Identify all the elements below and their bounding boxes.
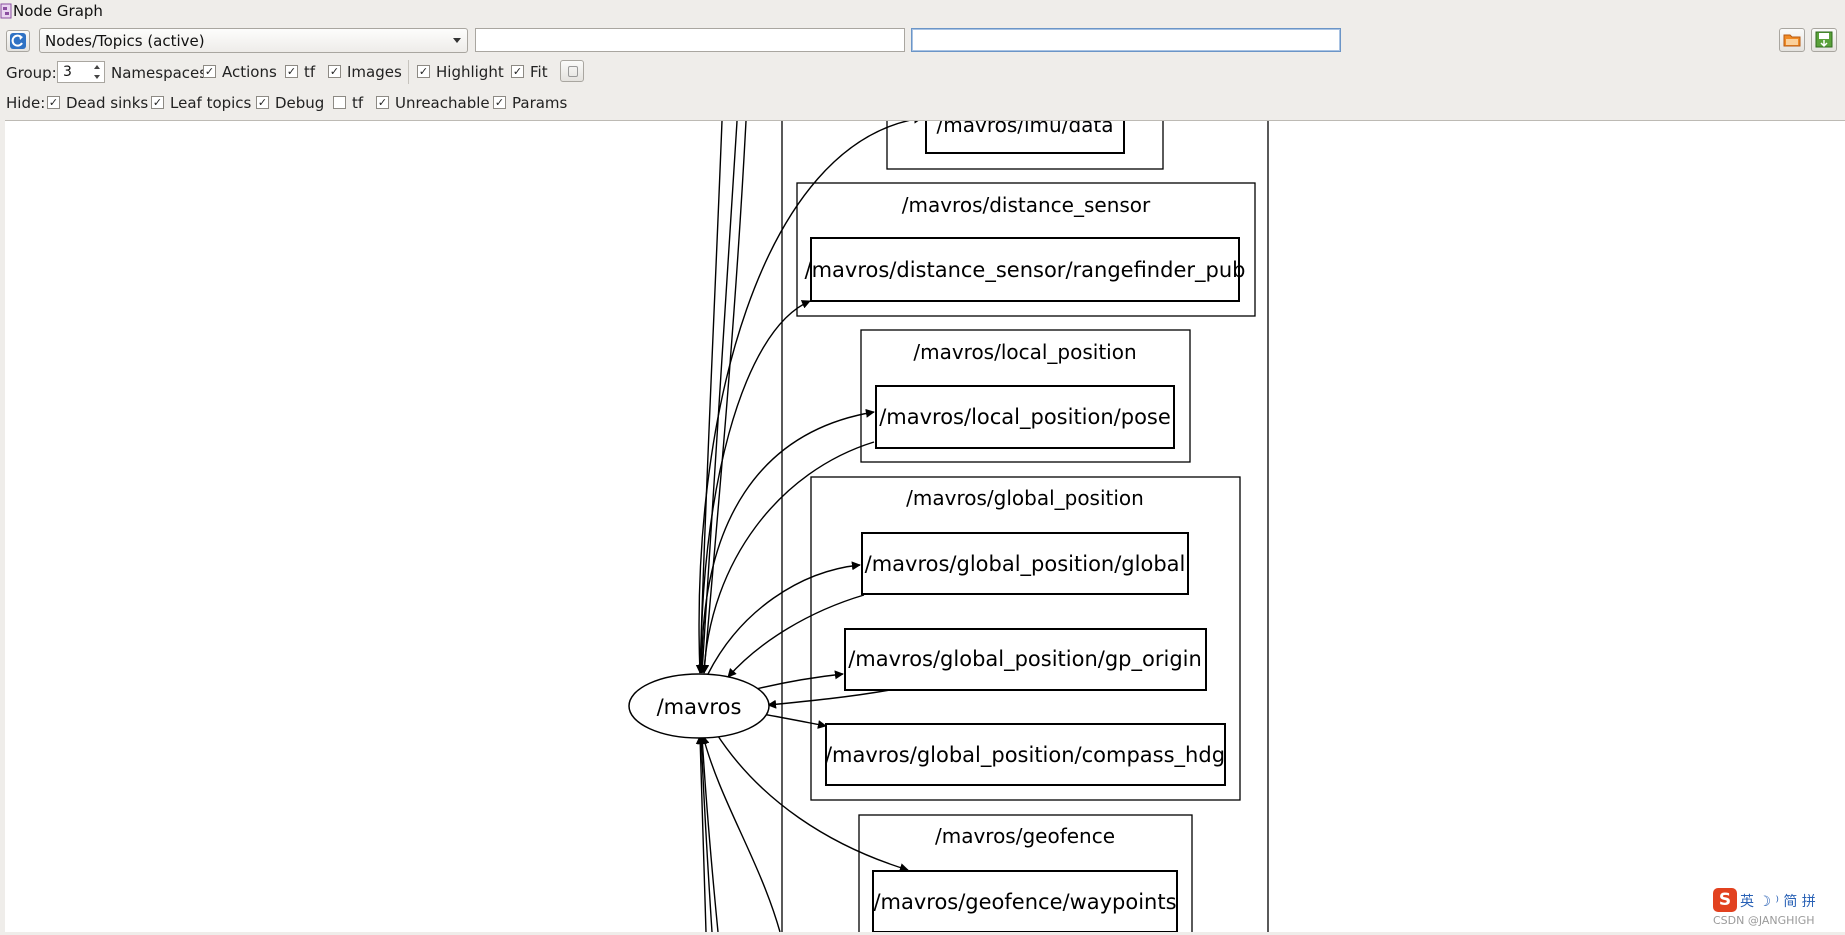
graph-canvas[interactable]: /mavros/imu/data /mavros/distance_sensor…	[5, 120, 1845, 932]
topic-local-position-pose-label: /mavros/local_position/pose	[879, 405, 1171, 430]
ime-status-text: 英 ☽ ⁾ 简 拼	[1740, 894, 1816, 910]
cluster-local-position-label: /mavros/local_position	[913, 340, 1136, 364]
tf-checkbox[interactable]: ✓	[285, 65, 298, 78]
edge-to-gp-origin	[755, 670, 844, 690]
debug-checkbox[interactable]: ✓	[256, 96, 269, 109]
edge-to-compass-hdg	[761, 713, 827, 729]
leaf-topics-label: Leaf topics	[170, 94, 252, 112]
hide-label: Hide:	[6, 94, 46, 112]
fit-view-icon	[568, 66, 578, 77]
save-as-image-button[interactable]	[1811, 28, 1837, 52]
refresh-icon	[10, 33, 26, 49]
topic-geofence-waypoints-label: /mavros/geofence/waypoints	[873, 890, 1176, 914]
chevron-down-icon	[453, 38, 461, 43]
fit-in-view-button[interactable]	[560, 60, 584, 82]
window-titlebar: Node Graph	[0, 0, 1845, 24]
cluster-global-position-label: /mavros/global_position	[906, 486, 1144, 510]
edge-incoming-2	[697, 121, 738, 674]
highlight-label: Highlight	[436, 63, 504, 81]
params-checkbox[interactable]: ✓	[493, 96, 506, 109]
fit-label: Fit	[530, 63, 548, 81]
topic-global-position-gp-origin-label: /mavros/global_position/gp_origin	[848, 647, 1202, 672]
cluster-geofence-label: /mavros/geofence	[935, 824, 1115, 848]
topic-global-position-global-label: /mavros/global_position/global	[865, 552, 1186, 577]
folder-open-icon	[1783, 34, 1801, 47]
toolbar-row-options: Group: 3 Namespaces ✓ Actions ✓ tf ✓ Ima…	[0, 58, 1845, 86]
images-checkbox[interactable]: ✓	[328, 65, 341, 78]
topic-filter-input[interactable]	[911, 28, 1341, 52]
params-label: Params	[512, 94, 568, 112]
highlight-checkbox[interactable]: ✓	[417, 65, 430, 78]
dead-sinks-label: Dead sinks	[66, 94, 149, 112]
topic-global-position-compass-hdg-label: /mavros/global_position/compass_hdg	[825, 743, 1225, 768]
unreachable-label: Unreachable	[395, 94, 490, 112]
app-icon	[0, 3, 12, 19]
tf-label: tf	[304, 63, 316, 81]
toolbar-row-hide: Hide: ✓ Dead sinks ✓ Leaf topics ✓ Debug…	[0, 90, 1845, 116]
fit-checkbox[interactable]: ✓	[511, 65, 524, 78]
window-title: Node Graph	[13, 2, 103, 20]
node-filter-input[interactable]	[475, 28, 905, 52]
csdn-credit: CSDN @JANGHIGH	[1713, 914, 1815, 927]
images-label: Images	[347, 63, 402, 81]
debug-label: Debug	[275, 94, 325, 112]
actions-label: Actions	[222, 63, 277, 81]
cluster-distance-sensor-label: /mavros/distance_sensor	[902, 193, 1151, 217]
refresh-button[interactable]	[6, 30, 30, 52]
hide-tf-checkbox[interactable]	[333, 96, 346, 109]
edge-from-gp-origin	[767, 689, 891, 709]
namespaces-label: Namespaces	[111, 64, 208, 82]
load-dot-button[interactable]	[1779, 28, 1805, 52]
spin-up-icon[interactable]	[94, 65, 100, 69]
ime-watermark: S 英 ☽ ⁾ 简 拼 CSDN @JANGHIGH	[1713, 888, 1845, 930]
group-value: 3	[63, 64, 72, 80]
graph-svg: /mavros/imu/data /mavros/distance_sensor…	[628, 121, 1269, 932]
graph-type-value: Nodes/Topics (active)	[45, 32, 205, 50]
sogou-logo-icon: S	[1713, 888, 1737, 912]
hide-tf-label: tf	[352, 94, 364, 112]
group-spinbox[interactable]: 3	[57, 61, 105, 83]
topic-rangefinder-pub-label: /mavros/distance_sensor/rangefinder_pub	[805, 258, 1246, 283]
actions-checkbox[interactable]: ✓	[203, 65, 216, 78]
dead-sinks-checkbox[interactable]: ✓	[47, 96, 60, 109]
toolbar-separator	[408, 60, 409, 84]
node-mavros-label: /mavros	[657, 695, 742, 719]
toolbar-row-main: Nodes/Topics (active)	[0, 27, 1845, 55]
unreachable-checkbox[interactable]: ✓	[376, 96, 389, 109]
save-image-icon	[1815, 31, 1833, 48]
leaf-topics-checkbox[interactable]: ✓	[151, 96, 164, 109]
graph-type-select[interactable]: Nodes/Topics (active)	[39, 28, 468, 53]
edge-from-global-position-global	[727, 594, 865, 678]
edge-to-global-position-global	[707, 561, 861, 675]
topic-imu-data-label: /mavros/imu/data	[937, 121, 1114, 137]
group-label: Group:	[6, 64, 57, 82]
spin-down-icon[interactable]	[94, 75, 100, 79]
